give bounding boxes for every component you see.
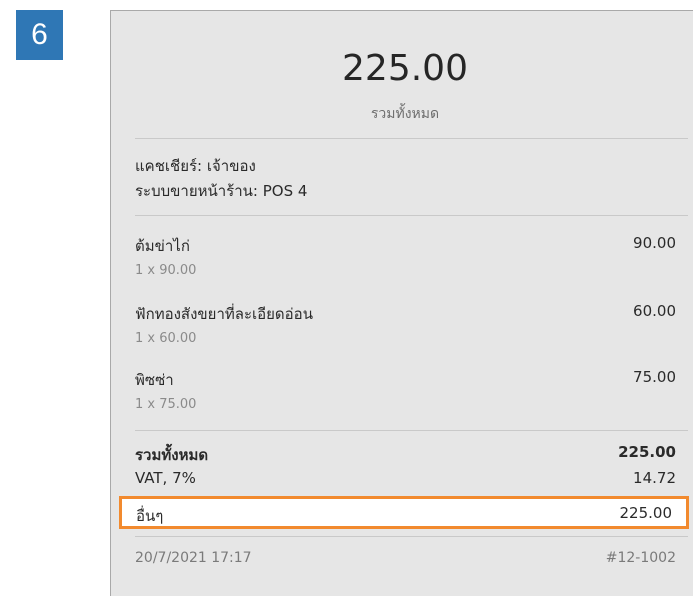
item-amount: 90.00 bbox=[633, 234, 676, 252]
item-detail: 1 x 90.00 bbox=[135, 263, 197, 278]
cashier-label: แคชเชียร์: เจ้าของ bbox=[135, 157, 256, 175]
item-detail: 1 x 60.00 bbox=[135, 331, 197, 346]
divider bbox=[135, 215, 688, 216]
other-amount: 225.00 bbox=[619, 504, 673, 522]
divider bbox=[135, 536, 688, 537]
other-row-highlight: อื่นๆ 225.00 bbox=[119, 496, 689, 529]
item-name: ฟักทองสังขยาที่ละเอียดอ่อน bbox=[135, 305, 313, 323]
vat-label: VAT, 7% bbox=[135, 469, 196, 487]
item-amount: 75.00 bbox=[633, 368, 676, 386]
receipt-panel: 225.00 รวมทั้งหมด แคชเชียร์: เจ้าของ ระบ… bbox=[110, 10, 693, 596]
item-name: พิซซ่า bbox=[135, 371, 174, 389]
item-name: ต้มข่าไก่ bbox=[135, 237, 190, 255]
other-label: อื่นๆ bbox=[136, 507, 164, 525]
receipt-number: #12-1002 bbox=[605, 550, 676, 566]
divider bbox=[135, 430, 688, 431]
item-detail: 1 x 75.00 bbox=[135, 397, 197, 412]
pos-label: ระบบขายหน้าร้าน: POS 4 bbox=[135, 182, 308, 200]
vat-amount: 14.72 bbox=[633, 469, 676, 487]
receipt-total-caption: รวมทั้งหมด bbox=[370, 106, 440, 122]
receipt-datetime: 20/7/2021 17:17 bbox=[135, 550, 252, 566]
summary-total-amount: 225.00 bbox=[618, 443, 676, 461]
summary-total-label: รวมทั้งหมด bbox=[135, 446, 209, 464]
receipt-total-value: 225.00 bbox=[342, 48, 468, 89]
step-number-badge: 6 bbox=[16, 10, 63, 60]
item-amount: 60.00 bbox=[633, 302, 676, 320]
divider bbox=[135, 138, 688, 139]
